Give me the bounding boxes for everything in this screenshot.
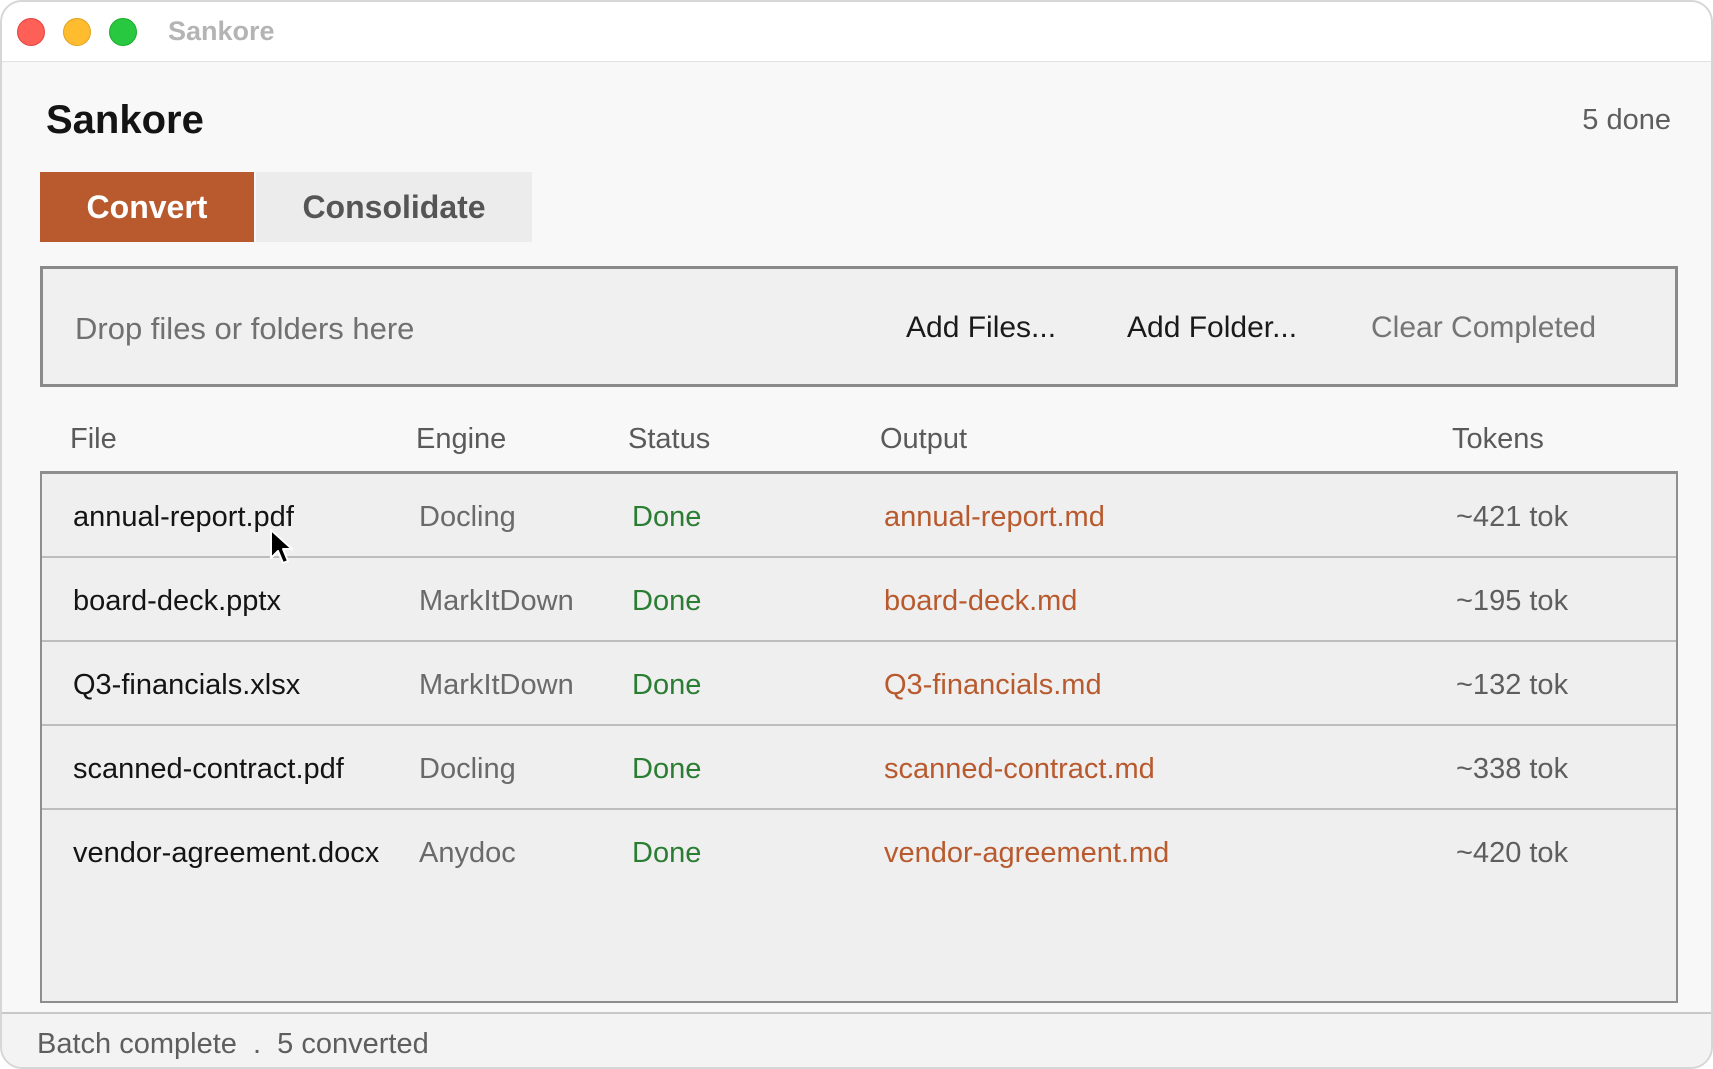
- table-row[interactable]: vendor-agreement.docx Anydoc Done vendor…: [42, 810, 1676, 894]
- token-count: ~420 tok: [1456, 837, 1569, 869]
- file-name: Q3-financials.xlsx: [73, 669, 301, 701]
- token-count: ~195 tok: [1456, 585, 1569, 617]
- engine-name: MarkItDown: [419, 669, 574, 701]
- tab-consolidate[interactable]: Consolidate: [256, 172, 532, 242]
- column-header-output[interactable]: Output: [880, 423, 967, 456]
- engine-name: Anydoc: [419, 837, 516, 869]
- file-name: annual-report.pdf: [73, 501, 294, 533]
- output-link[interactable]: board-deck.md: [884, 585, 1077, 618]
- column-header-status[interactable]: Status: [628, 423, 710, 456]
- file-name: scanned-contract.pdf: [73, 753, 344, 785]
- add-folder-button[interactable]: Add Folder...: [1127, 311, 1297, 345]
- done-count: 5 done: [1582, 104, 1671, 136]
- status-bar-text: Batch complete . 5 converted: [37, 1028, 429, 1060]
- engine-name: Docling: [419, 753, 516, 785]
- token-count: ~132 tok: [1456, 669, 1569, 701]
- status-bar: Batch complete . 5 converted: [2, 1012, 1711, 1067]
- output-link[interactable]: vendor-agreement.md: [884, 837, 1169, 870]
- title-bar[interactable]: Sankore: [2, 2, 1711, 62]
- output-link[interactable]: scanned-contract.md: [884, 753, 1155, 786]
- status-text: Done: [632, 753, 702, 785]
- engine-name: MarkItDown: [419, 585, 574, 617]
- table-row[interactable]: board-deck.pptx MarkItDown Done board-de…: [42, 558, 1676, 642]
- output-link[interactable]: annual-report.md: [884, 501, 1105, 534]
- window-title: Sankore: [168, 16, 275, 46]
- app-title: Sankore: [46, 98, 204, 142]
- clear-completed-button[interactable]: Clear Completed: [1371, 311, 1596, 345]
- file-name: board-deck.pptx: [73, 585, 281, 617]
- column-header-file[interactable]: File: [70, 423, 117, 456]
- status-text: Done: [632, 669, 702, 701]
- status-text: Done: [632, 585, 702, 617]
- token-count: ~421 tok: [1456, 501, 1569, 533]
- table-row[interactable]: Q3-financials.xlsx MarkItDown Done Q3-fi…: [42, 642, 1676, 726]
- engine-name: Docling: [419, 501, 516, 533]
- app-window: Sankore Sankore 5 done Convert Consolida…: [0, 0, 1713, 1069]
- token-count: ~338 tok: [1456, 753, 1569, 785]
- drop-hint: Drop files or folders here: [75, 311, 415, 346]
- minimize-window-icon[interactable]: [63, 18, 91, 46]
- drop-zone[interactable]: Drop files or folders here Add Files... …: [40, 266, 1678, 387]
- status-text: Done: [632, 501, 702, 533]
- column-header-tokens[interactable]: Tokens: [1452, 423, 1544, 456]
- table-row[interactable]: scanned-contract.pdf Docling Done scanne…: [42, 726, 1676, 810]
- status-text: Done: [632, 837, 702, 869]
- output-link[interactable]: Q3-financials.md: [884, 669, 1102, 702]
- zoom-window-icon[interactable]: [109, 18, 137, 46]
- add-files-button[interactable]: Add Files...: [906, 311, 1056, 345]
- file-name: vendor-agreement.docx: [73, 837, 380, 869]
- mouse-cursor-icon: [270, 529, 293, 564]
- close-window-icon[interactable]: [17, 18, 45, 46]
- tab-convert[interactable]: Convert: [40, 172, 254, 242]
- column-header-engine[interactable]: Engine: [416, 423, 506, 456]
